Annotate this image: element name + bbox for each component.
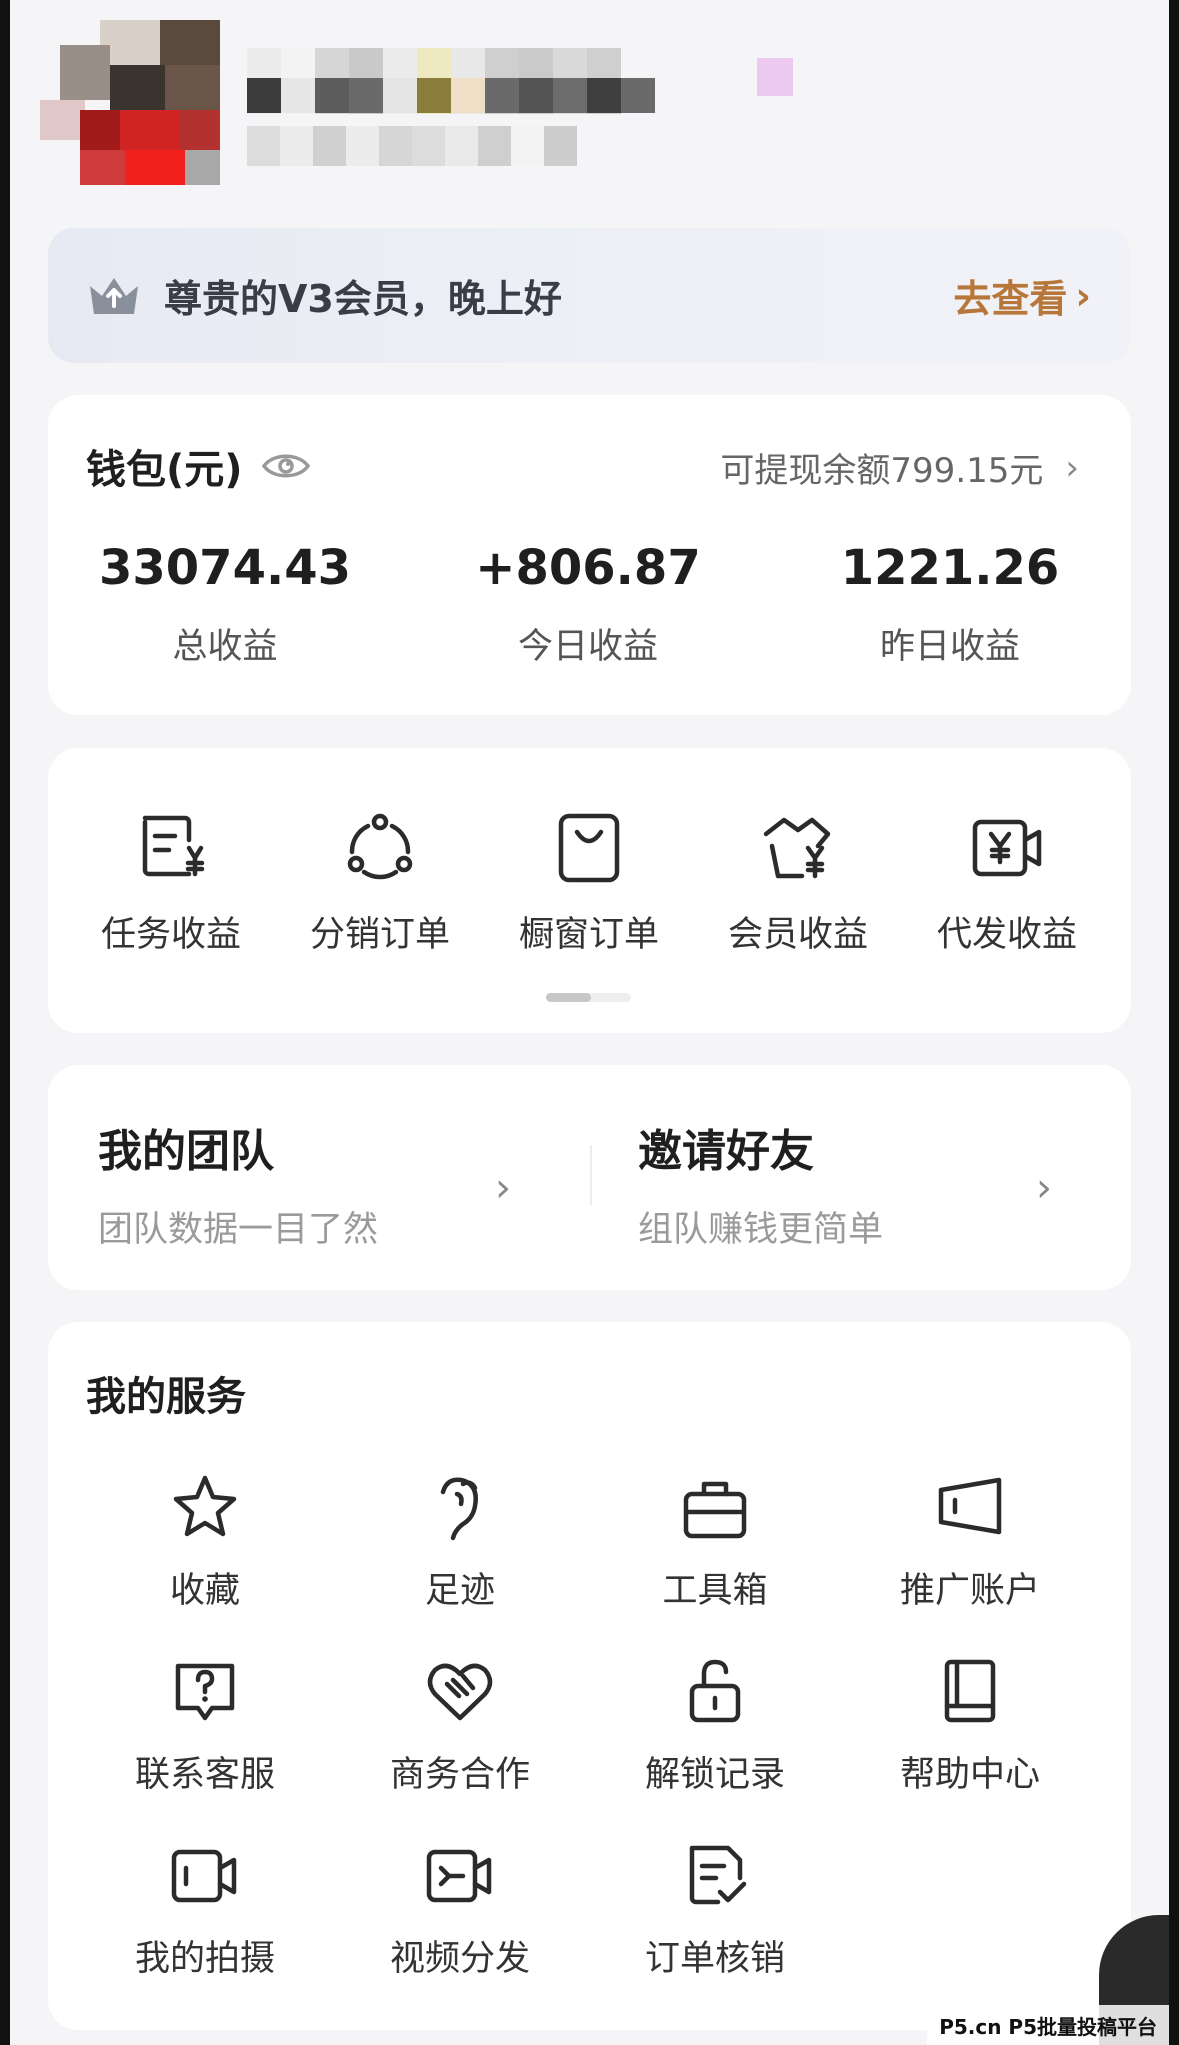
member-income-icon [763, 817, 831, 879]
vip-badge-redacted [757, 58, 793, 96]
service-customer-service[interactable]: 联系客服 [100, 1654, 310, 1797]
service-order-verification[interactable]: 订单核销 [610, 1838, 820, 1981]
action-label: 会员收益 [727, 915, 868, 955]
profile-page: 尊贵的V3会员，晚上好 去查看 › 钱包(元) 可提现余额799.15元 › 3… [0, 0, 1179, 2045]
shopping-bag-icon [558, 813, 620, 883]
page-indicator-thumb [546, 993, 591, 1002]
customer-service-icon [175, 1663, 235, 1721]
service-label: 帮助中心 [899, 1755, 1040, 1795]
chevron-right-icon: › [1065, 447, 1079, 488]
service-label: 商务合作 [389, 1755, 530, 1795]
quick-actions-card: 任务收益 分销订单 橱窗订单 会员收益 代发收益 [48, 748, 1131, 1033]
my-team-subtitle: 团队数据一目了然 [98, 1210, 379, 1250]
service-label: 解锁记录 [644, 1755, 785, 1795]
service-favorites[interactable]: 收藏 [100, 1470, 310, 1613]
services-card: 我的服务 收藏 足迹 工具箱 推广账户 联系客服 商务合作 解锁记录 帮助中心 … [48, 1322, 1131, 2030]
profile-header[interactable] [40, 20, 1140, 190]
service-label: 收藏 [169, 1571, 240, 1611]
stat-value: +806.87 [475, 540, 701, 596]
service-label: 视频分发 [389, 1939, 530, 1979]
action-label: 任务收益 [100, 915, 241, 955]
order-verify-icon [689, 1845, 747, 1905]
frame-edge-right [1169, 0, 1179, 2045]
action-label: 分销订单 [309, 915, 450, 955]
frame-edge-left [0, 0, 10, 2045]
service-toolbox[interactable]: 工具箱 [610, 1470, 820, 1613]
invite-friends-entry[interactable]: 邀请好友 组队赚钱更简单 [638, 1115, 883, 1252]
user-id-redacted [247, 126, 577, 166]
service-unlock-records[interactable]: 解锁记录 [610, 1654, 820, 1797]
vip-greeting: 尊贵的V3会员，晚上好 [164, 277, 562, 321]
stat-label: 今日收益 [517, 627, 658, 667]
vip-view-link[interactable]: 去查看 › [953, 268, 1091, 323]
page-indicator [546, 993, 631, 1002]
stat-label: 总收益 [172, 627, 278, 667]
service-label: 订单核销 [644, 1939, 785, 1979]
action-label: 代发收益 [936, 915, 1077, 955]
video-share-icon [426, 1849, 492, 1903]
service-promotion-account[interactable]: 推广账户 [865, 1470, 1075, 1613]
action-task-income[interactable]: 任务收益 [71, 808, 271, 957]
service-my-shooting[interactable]: 我的拍摄 [100, 1838, 310, 1981]
wallet-title: 钱包(元) [86, 437, 311, 495]
vip-banner[interactable]: 尊贵的V3会员，晚上好 去查看 › [48, 228, 1131, 363]
vip-view-label: 去查看 [953, 277, 1068, 321]
service-business-cooperation[interactable]: 商务合作 [355, 1654, 565, 1797]
service-label: 工具箱 [662, 1571, 768, 1611]
action-dropship-income[interactable]: 代发收益 [907, 808, 1107, 957]
eye-icon[interactable] [261, 449, 311, 483]
service-help-center[interactable]: 帮助中心 [865, 1654, 1075, 1797]
service-video-distribution[interactable]: 视频分发 [355, 1838, 565, 1981]
action-showcase-orders[interactable]: 橱窗订单 [489, 808, 689, 957]
toolbox-icon [683, 1481, 747, 1539]
services-title: 我的服务 [86, 1374, 246, 1420]
footprint-icon [440, 1477, 478, 1541]
camera-icon [171, 1849, 237, 1903]
service-label: 足迹 [424, 1571, 495, 1611]
chevron-right-icon[interactable]: › [495, 1165, 511, 1211]
distribution-icon [347, 813, 413, 880]
wallet-card: 钱包(元) 可提现余额799.15元 › 33074.43 总收益 +806.8… [48, 395, 1131, 715]
invite-friends-title: 邀请好友 [638, 1126, 814, 1177]
service-label: 我的拍摄 [134, 1939, 275, 1979]
my-team-title: 我的团队 [98, 1126, 274, 1177]
my-team-entry[interactable]: 我的团队 团队数据一目了然 [98, 1115, 378, 1252]
chevron-right-icon: › [1075, 273, 1091, 318]
service-label: 推广账户 [899, 1571, 1040, 1611]
task-income-icon [142, 815, 205, 877]
watermark: P5.cn P5批量投稿平台 [927, 2005, 1169, 2045]
action-label: 橱窗订单 [518, 915, 659, 955]
divider [590, 1145, 592, 1205]
stat-today[interactable]: +806.87 今日收益 [438, 540, 738, 669]
username-redacted-row2 [247, 78, 655, 113]
service-footprints[interactable]: 足迹 [355, 1470, 565, 1613]
chevron-right-icon[interactable]: › [1036, 1165, 1052, 1211]
book-icon [944, 1659, 996, 1723]
avatar[interactable] [40, 20, 220, 190]
stat-yesterday[interactable]: 1221.26 昨日收益 [800, 540, 1100, 669]
service-label: 联系客服 [134, 1755, 275, 1795]
stat-value: 1221.26 [840, 540, 1060, 596]
star-icon [173, 1475, 237, 1537]
wallet-title-label: 钱包(元) [86, 447, 243, 493]
promotion-account-icon [938, 1477, 1002, 1535]
stat-value: 33074.43 [98, 540, 352, 596]
handshake-heart-icon [427, 1663, 493, 1721]
action-distribution-orders[interactable]: 分销订单 [280, 808, 480, 957]
invite-friends-subtitle: 组队赚钱更简单 [638, 1210, 884, 1250]
stat-label: 昨日收益 [879, 627, 1020, 667]
withdraw-balance-link[interactable]: 可提现余额799.15元 › [720, 443, 1079, 492]
withdraw-balance: 可提现余额799.15元 [720, 451, 1044, 491]
unlock-icon [689, 1659, 741, 1723]
crown-icon [90, 277, 138, 314]
stat-total[interactable]: 33074.43 总收益 [75, 540, 375, 669]
team-card: 我的团队 团队数据一目了然 › 邀请好友 组队赚钱更简单 › [48, 1065, 1131, 1290]
video-income-icon [972, 819, 1042, 877]
action-member-income[interactable]: 会员收益 [698, 808, 898, 957]
